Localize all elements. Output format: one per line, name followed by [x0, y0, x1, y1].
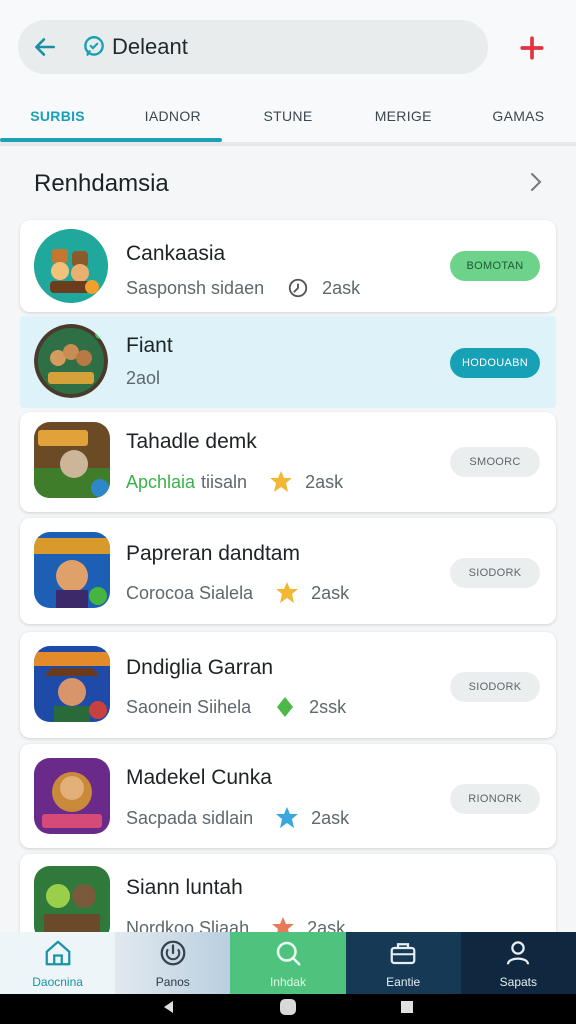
- open-button[interactable]: HODOUABN: [450, 348, 540, 378]
- briefcase-icon: [388, 938, 418, 971]
- app-meta: Corocoa Sialela 2ask: [126, 581, 349, 605]
- recents-square-icon[interactable]: [399, 999, 415, 1020]
- install-button[interactable]: BOMOTAN: [450, 251, 540, 281]
- chevron-right-icon[interactable]: [526, 170, 546, 199]
- app-meta-text: Saonein Siihela: [126, 696, 252, 717]
- chat-badge-icon: [80, 33, 108, 61]
- search-title: Deleant: [112, 34, 188, 59]
- search-bar[interactable]: Deleant: [18, 20, 488, 74]
- nav-label: Inhdak: [269, 974, 306, 989]
- nav-label: Daocnina: [32, 974, 83, 989]
- list-item[interactable]: Dndiglia Garran Saonein Siihela 2ssk SIO…: [20, 632, 556, 738]
- arrow-left-icon[interactable]: [18, 20, 72, 74]
- tab-gamas[interactable]: GAMAS: [461, 92, 576, 140]
- nav-label: Sapats: [499, 974, 538, 989]
- person-icon: [503, 938, 533, 971]
- home-circle-icon[interactable]: [278, 997, 298, 1022]
- nav-panos[interactable]: Panos: [115, 932, 231, 994]
- app-name: Papreran dandtam: [126, 542, 300, 565]
- nav-label: Eantie: [386, 974, 421, 989]
- app-meta-text: tiisaln: [201, 471, 248, 492]
- get-button[interactable]: SIODORK: [450, 672, 540, 702]
- home-icon: [43, 938, 73, 971]
- app-meta-highlight: Apchlaia: [126, 471, 196, 492]
- power-icon: [158, 938, 188, 971]
- app-name: Dndiglia Garran: [126, 656, 274, 679]
- app-name: Fiant: [126, 334, 173, 357]
- app-name: Tahadle demk: [126, 430, 257, 453]
- app-meta-text: Corocoa Sialela: [126, 582, 254, 603]
- get-button[interactable]: RIONORK: [450, 784, 540, 814]
- plus-icon[interactable]: [512, 28, 552, 68]
- list-item[interactable]: Siann luntah Nordkoo Sliaah 2ask: [20, 854, 556, 944]
- tab-stune[interactable]: STUNE: [230, 92, 345, 140]
- app-name: Madekel Cunka: [126, 766, 272, 789]
- star-burst-icon: [275, 581, 299, 605]
- tab-merige[interactable]: MERIGE: [346, 92, 461, 140]
- section-title: Renhdamsia: [34, 170, 169, 197]
- app-meta: Sacpada sidlain 2ask: [126, 806, 349, 830]
- app-meta: Sasponsh sidaen 2ask: [126, 276, 360, 300]
- blue-star-icon: [275, 806, 299, 830]
- bottom-navigation: Daocnina Panos Inhdak Eantie Sapats: [0, 932, 576, 994]
- app-icon: [34, 758, 110, 834]
- app-meta-text: Sacpada sidlain: [126, 807, 254, 828]
- nav-label: Panos: [155, 974, 190, 989]
- tab-surbis[interactable]: SURBIS: [0, 92, 115, 140]
- nav-home[interactable]: Daocnina: [0, 932, 116, 994]
- search-icon: [273, 938, 303, 971]
- app-meta: Apchlaia tiisaln 2ask: [126, 470, 343, 494]
- app-icon: [34, 324, 108, 398]
- back-triangle-icon[interactable]: [161, 999, 177, 1020]
- list-item[interactable]: Fiant 2aol HODOUABN: [20, 316, 556, 408]
- list-item[interactable]: Papreran dandtam Corocoa Sialela 2ask SI…: [20, 518, 556, 624]
- nav-sapats[interactable]: Sapats: [460, 932, 576, 994]
- nav-search[interactable]: Inhdak: [230, 932, 346, 994]
- app-meta-value: 2ask: [322, 277, 361, 298]
- star-burst-icon: [269, 470, 293, 494]
- system-navigation-bar: [0, 994, 576, 1024]
- app-meta-value: 2ask: [311, 807, 350, 828]
- leaf-icon: [273, 695, 297, 719]
- app-meta: Saonein Siihela 2ssk: [126, 695, 346, 719]
- app-icon: [34, 646, 110, 722]
- app-meta: 2aol: [126, 368, 160, 389]
- category-tabs: SURBIS IADNOR STUNE MERIGE GAMAS: [0, 92, 576, 140]
- get-button[interactable]: SMOORC: [450, 447, 540, 477]
- clock-icon: [286, 276, 310, 300]
- app-meta-value: 2ask: [305, 471, 344, 492]
- app-name: Cankaasia: [126, 242, 226, 265]
- app-meta-text: Sasponsh sidaen: [126, 277, 265, 298]
- get-button[interactable]: SIODORK: [450, 558, 540, 588]
- list-item[interactable]: Madekel Cunka Sacpada sidlain 2ask RIONO…: [20, 744, 556, 848]
- app-meta-value: 2ssk: [309, 696, 347, 717]
- section-header[interactable]: Renhdamsia: [0, 156, 576, 212]
- app-meta-value: 2ask: [311, 582, 350, 603]
- top-bar: Deleant SURBIS IADNOR STUNE MERIGE GAMAS: [0, 0, 576, 144]
- app-meta-text: 2aol: [126, 368, 161, 388]
- tab-iadnor[interactable]: IADNOR: [115, 92, 230, 140]
- app-icon: [34, 229, 108, 303]
- list-item[interactable]: Tahadle demk Apchlaia tiisaln 2ask SMOOR…: [20, 412, 556, 512]
- list-item[interactable]: Cankaasia Sasponsh sidaen 2ask BOMOTAN: [20, 220, 556, 312]
- app-icon: [34, 532, 110, 608]
- app-icon: [34, 866, 110, 942]
- divider: [0, 142, 576, 146]
- nav-eantie[interactable]: Eantie: [345, 932, 461, 994]
- app-icon: [34, 422, 110, 498]
- app-name: Siann luntah: [126, 876, 243, 899]
